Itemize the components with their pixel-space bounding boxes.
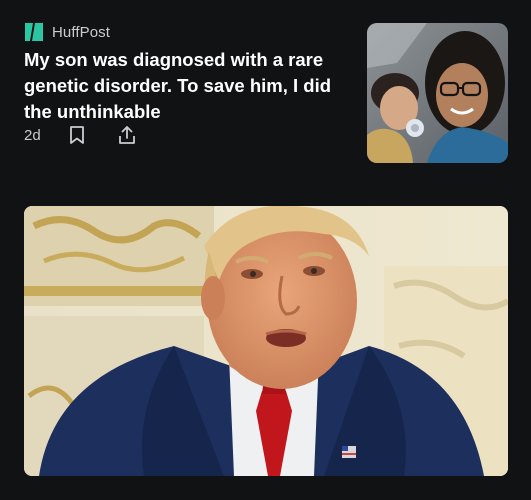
bookmark-icon[interactable] — [65, 123, 89, 147]
source-row: HuffPost — [24, 21, 110, 43]
article-age: 2d — [24, 126, 41, 144]
meta-row: 2d — [24, 123, 165, 147]
featured-article-image[interactable] — [24, 206, 508, 476]
huffpost-logo-icon — [24, 22, 44, 42]
article-card[interactable]: HuffPost My son was diagnosed with a rar… — [0, 0, 531, 190]
article-headline[interactable]: My son was diagnosed with a rare genetic… — [24, 47, 354, 125]
news-feed: HuffPost My son was diagnosed with a rar… — [0, 0, 531, 500]
source-name: HuffPost — [52, 23, 111, 41]
article-thumbnail[interactable] — [367, 23, 508, 163]
share-icon[interactable] — [115, 123, 139, 147]
